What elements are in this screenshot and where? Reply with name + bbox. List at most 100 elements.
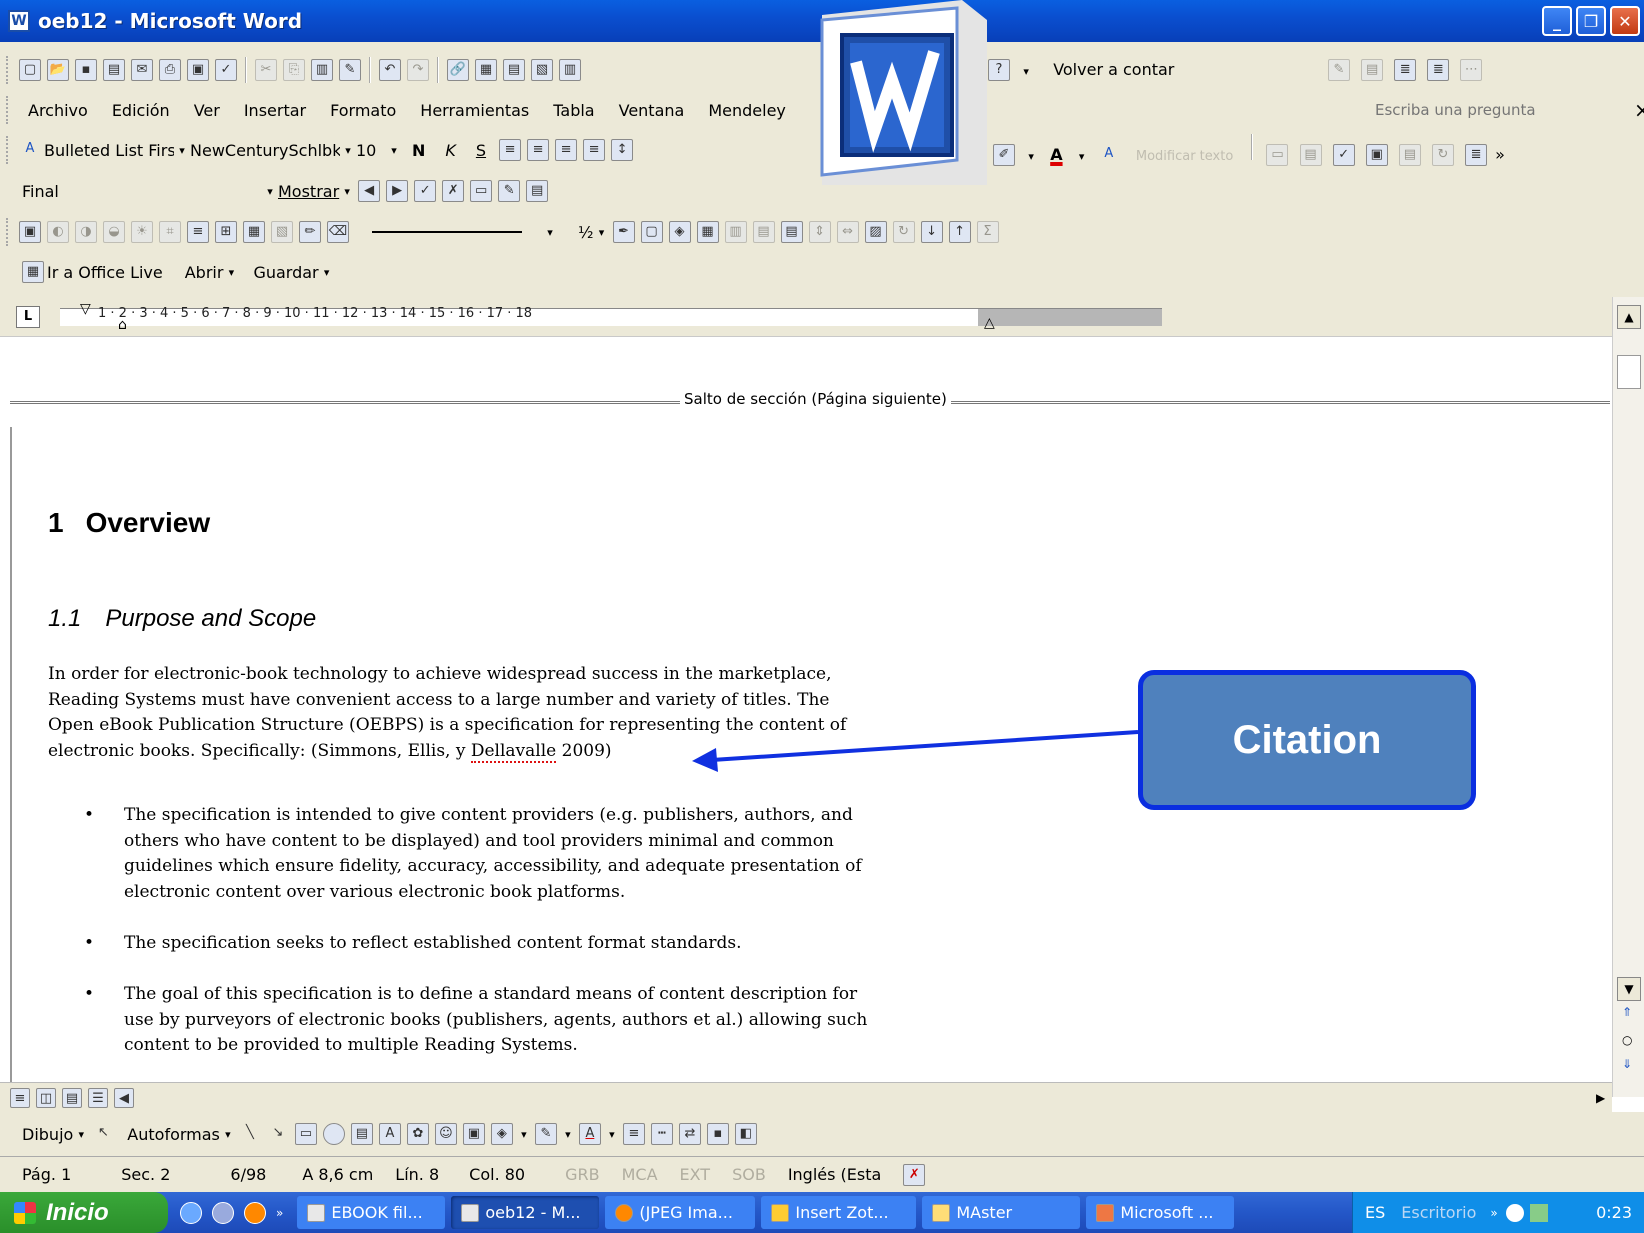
style-combo[interactable]: Bulleted List Firs — [44, 141, 174, 160]
columns-icon[interactable]: ▥ — [559, 59, 581, 81]
tables-borders-icon[interactable]: ▦ — [475, 59, 497, 81]
menu-edicion[interactable]: Edición — [112, 101, 170, 120]
shading-icon[interactable]: ◈ — [668, 221, 691, 243]
menu-mendeley[interactable]: Mendeley — [708, 101, 786, 120]
open-icon[interactable]: 📂 — [47, 59, 69, 81]
email-icon[interactable]: ✉ — [131, 59, 153, 81]
track-changes-icon[interactable]: ✎ — [498, 180, 521, 202]
taskbar-button-master[interactable]: MAster — [922, 1196, 1081, 1229]
status-ext[interactable]: EXT — [680, 1165, 711, 1184]
select-objects-icon[interactable]: ↖ — [92, 1123, 114, 1145]
increase-indent-icon[interactable]: ≣ — [1427, 59, 1450, 81]
clock[interactable]: 0:23 — [1596, 1203, 1632, 1222]
scroll-left-arrow-icon[interactable]: ◀ — [114, 1087, 134, 1108]
rectangle-icon[interactable]: ▭ — [294, 1123, 317, 1145]
tray-back-icon[interactable] — [1505, 1203, 1524, 1222]
insert-table-icon[interactable]: ▤ — [503, 59, 525, 81]
compress-icon[interactable]: ⊞ — [215, 221, 237, 243]
line-color-icon[interactable]: ✎ — [534, 1123, 557, 1145]
citation-field[interactable]: (Simmons, Ellis, y Dellavalle 2009) — [311, 740, 612, 763]
hyperlink-icon[interactable]: 🔗 — [447, 59, 469, 81]
dash-style-icon[interactable]: ┅ — [650, 1123, 673, 1145]
dropdown-arrow-icon[interactable]: ▾ — [340, 144, 356, 157]
reject-change-icon[interactable]: ✗ — [442, 180, 465, 202]
insert-picture-icon[interactable]: ▣ — [1365, 144, 1388, 167]
firefox-icon[interactable] — [244, 1201, 266, 1224]
line-style-sample[interactable] — [372, 231, 522, 233]
dropdown-arrow-icon[interactable]: ▾ — [223, 266, 239, 279]
menu-ver[interactable]: Ver — [194, 101, 220, 120]
language-indicator[interactable]: ES — [1365, 1203, 1385, 1222]
minimize-button[interactable]: _ — [1542, 6, 1572, 36]
dropdown-arrow-icon[interactable]: ▾ — [174, 144, 190, 157]
tray-more-icon[interactable]: » — [1490, 1206, 1497, 1220]
text-box-icon[interactable]: ▤ — [350, 1123, 373, 1145]
go-office-live-button[interactable]: Ir a Office Live — [47, 263, 163, 282]
comment-icon[interactable]: ▤ — [1361, 59, 1384, 81]
start-button[interactable]: Inicio — [0, 1192, 168, 1233]
border-color-icon[interactable]: ✒ — [612, 221, 635, 243]
research-icon[interactable]: ▤ — [1299, 144, 1322, 167]
sort-ascending-icon[interactable]: ↓ — [920, 221, 943, 243]
autoformat-table-icon[interactable]: ▨ — [864, 221, 887, 243]
line-style-icon[interactable]: ≡ — [187, 221, 209, 243]
next-page-icon[interactable]: ⇓ — [1622, 1057, 1632, 1071]
heading-1[interactable]: 1 Overview — [48, 507, 210, 539]
ie-icon[interactable] — [180, 1201, 202, 1224]
open-button[interactable]: Abrir — [185, 263, 224, 282]
bibliography-icon[interactable]: ≣ — [1465, 144, 1488, 167]
print-preview-icon[interactable]: ▣ — [187, 59, 209, 81]
dropdown-arrow-icon[interactable]: ▾ — [339, 185, 355, 198]
dropdown-arrow-icon[interactable]: ▾ — [516, 1128, 532, 1141]
dropdown-arrow-icon[interactable]: ▾ — [1023, 150, 1039, 163]
scroll-down-arrow-icon[interactable]: ▼ — [1617, 977, 1641, 1001]
refresh-icon[interactable]: ↻ — [1431, 144, 1454, 167]
autosum-icon[interactable]: Σ — [976, 221, 999, 243]
diagram-icon[interactable]: ✿ — [406, 1123, 429, 1145]
align-right-icon[interactable]: ≡ — [555, 139, 578, 161]
font-size-combo[interactable]: 10 — [356, 141, 386, 160]
dropdown-arrow-icon[interactable]: ▾ — [560, 1128, 576, 1141]
italic-button[interactable]: K — [445, 141, 456, 160]
menu-herramientas[interactable]: Herramientas — [420, 101, 529, 120]
tab-selector-button[interactable]: L — [16, 306, 40, 328]
new-comment-icon[interactable]: ▭ — [470, 180, 493, 202]
menu-grip[interactable] — [6, 96, 10, 124]
reading-mode-button[interactable]: Volver a contar — [1053, 60, 1174, 79]
web-layout-icon[interactable]: ◫ — [36, 1087, 56, 1108]
styles-icon[interactable]: A — [19, 139, 41, 161]
dropdown-arrow-icon[interactable]: ▾ — [542, 226, 558, 239]
toolbar-grip[interactable] — [6, 136, 10, 164]
sort-descending-icon[interactable]: ↑ — [948, 221, 971, 243]
save-icon[interactable]: ▪ — [75, 59, 97, 81]
dropdown-arrow-icon[interactable]: ▾ — [73, 1128, 89, 1141]
toolbar-grip[interactable] — [6, 218, 10, 246]
dropdown-arrow-icon[interactable]: ▾ — [1074, 150, 1090, 163]
spelling-status-icon[interactable]: ✗ — [903, 1163, 926, 1186]
quick-launch-more-icon[interactable]: » — [276, 1206, 283, 1220]
align-center-icon[interactable]: ≡ — [527, 139, 550, 161]
status-mca[interactable]: MCA — [622, 1165, 658, 1184]
copy-icon[interactable]: ⎘ — [283, 59, 305, 81]
reviewing-pane-icon[interactable]: ▤ — [526, 180, 549, 202]
oval-icon[interactable] — [322, 1123, 345, 1145]
new-document-icon[interactable]: ▢ — [19, 59, 41, 81]
media-icon[interactable] — [212, 1201, 234, 1224]
dropdown-arrow-icon[interactable]: ▾ — [594, 226, 610, 239]
underline-button[interactable]: S — [476, 141, 486, 160]
previous-page-icon[interactable]: ⇑ — [1622, 1005, 1632, 1019]
crop-icon[interactable]: ⌗ — [159, 221, 181, 243]
spelling-icon[interactable]: ✓ — [215, 59, 237, 81]
menu-archivo[interactable]: Archivo — [28, 101, 88, 120]
permission-icon[interactable]: ▤ — [103, 59, 125, 81]
taskbar-button-zotero[interactable]: Insert Zot... — [761, 1196, 917, 1229]
ask-question-input[interactable] — [1375, 97, 1595, 123]
menu-tabla[interactable]: Tabla — [553, 101, 594, 120]
font-combo[interactable]: NewCenturySchlbk — [190, 141, 340, 160]
dropdown-arrow-icon[interactable]: ▾ — [220, 1128, 236, 1141]
purpose-paragraph[interactable]: In order for electronic-book technology … — [48, 662, 968, 764]
scroll-thumb[interactable] — [1617, 355, 1641, 389]
spell-abc-icon[interactable]: ✓ — [1332, 144, 1355, 167]
close-button[interactable]: ✕ — [1610, 6, 1640, 36]
shadow-style-icon[interactable]: ▪ — [706, 1123, 729, 1145]
